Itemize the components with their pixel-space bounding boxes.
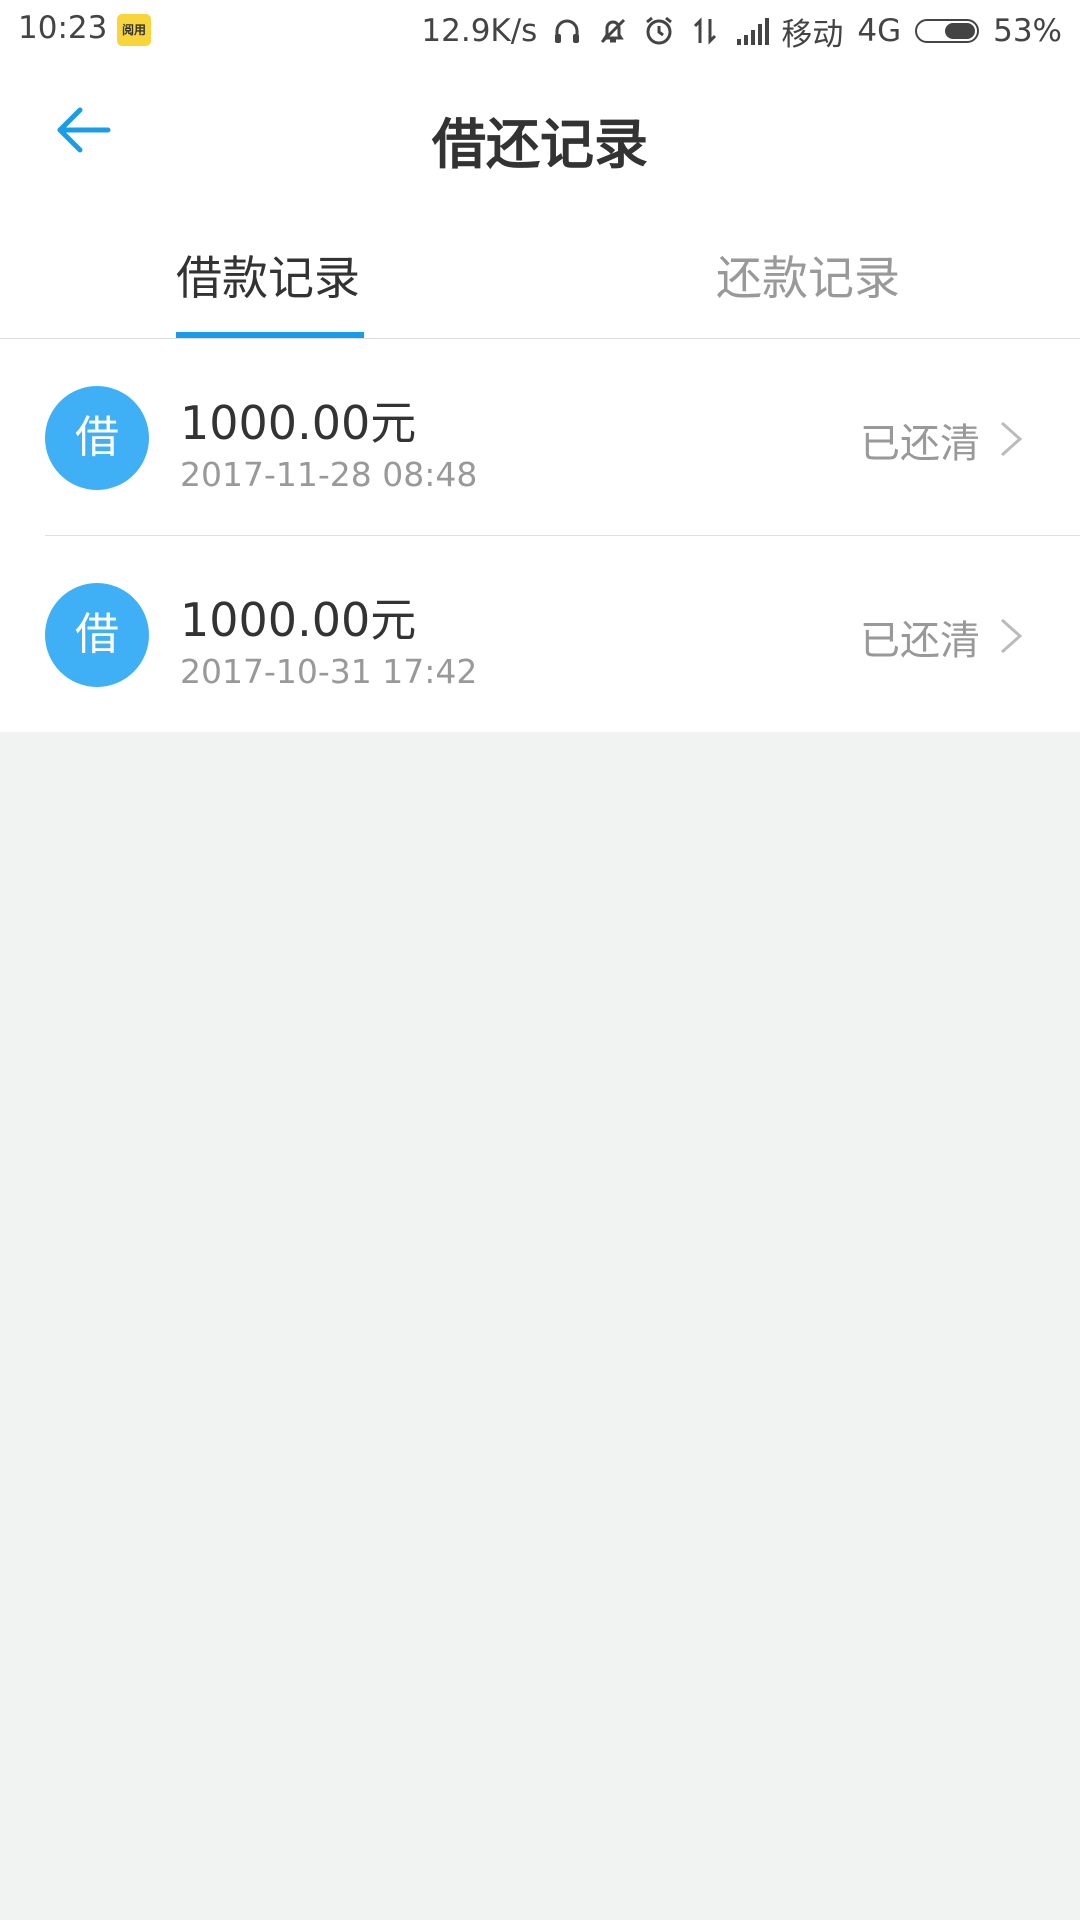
borrow-badge: 借 bbox=[45, 583, 149, 687]
app-header: 借还记录 bbox=[0, 62, 1080, 202]
status-indicators: 12.9K/s 移动 4G 53% bbox=[421, 0, 1062, 62]
signal-icon bbox=[735, 15, 770, 47]
carrier-name: 移动 bbox=[781, 16, 844, 53]
record-amount: 1000.00元 bbox=[180, 396, 417, 450]
battery-icon bbox=[915, 19, 980, 43]
tab-repay-records[interactable]: 还款记录 bbox=[716, 242, 900, 308]
bell-muted-icon bbox=[597, 15, 629, 47]
record-status: 已还清 bbox=[860, 421, 980, 467]
chevron-right-icon bbox=[1001, 618, 1023, 654]
list-item[interactable]: 借 1000.00元 2017-10-31 17:42 已还清 bbox=[45, 535, 1080, 732]
tab-borrow-records[interactable]: 借款记录 bbox=[176, 242, 360, 308]
page-title: 借还记录 bbox=[432, 113, 648, 176]
status-time: 10:23 bbox=[18, 10, 108, 46]
record-date: 2017-11-28 08:48 bbox=[180, 455, 478, 494]
chevron-right-icon bbox=[1001, 421, 1023, 457]
record-amount: 1000.00元 bbox=[180, 593, 417, 647]
data-transfer-icon bbox=[689, 15, 721, 47]
status-bar: 10:23 阅用 12.9K/s 移动 4G 53% bbox=[0, 0, 1080, 62]
record-status: 已还清 bbox=[860, 618, 980, 664]
active-tab-indicator bbox=[176, 332, 364, 338]
list-item[interactable]: 借 1000.00元 2017-11-28 08:48 已还清 bbox=[0, 339, 1080, 535]
net-speed: 12.9K/s bbox=[421, 13, 538, 49]
alarm-icon bbox=[643, 15, 675, 47]
headphones-icon bbox=[551, 15, 583, 47]
borrow-badge: 借 bbox=[45, 386, 149, 490]
record-date: 2017-10-31 17:42 bbox=[180, 652, 478, 691]
record-list: 借 1000.00元 2017-11-28 08:48 已还清 借 1000.0… bbox=[0, 339, 1080, 732]
record-tabs: 借款记录 还款记录 bbox=[0, 202, 1080, 339]
network-type: 4G bbox=[857, 13, 902, 49]
app-notification-icon: 阅用 bbox=[117, 14, 151, 46]
battery-percent: 53% bbox=[993, 13, 1062, 49]
